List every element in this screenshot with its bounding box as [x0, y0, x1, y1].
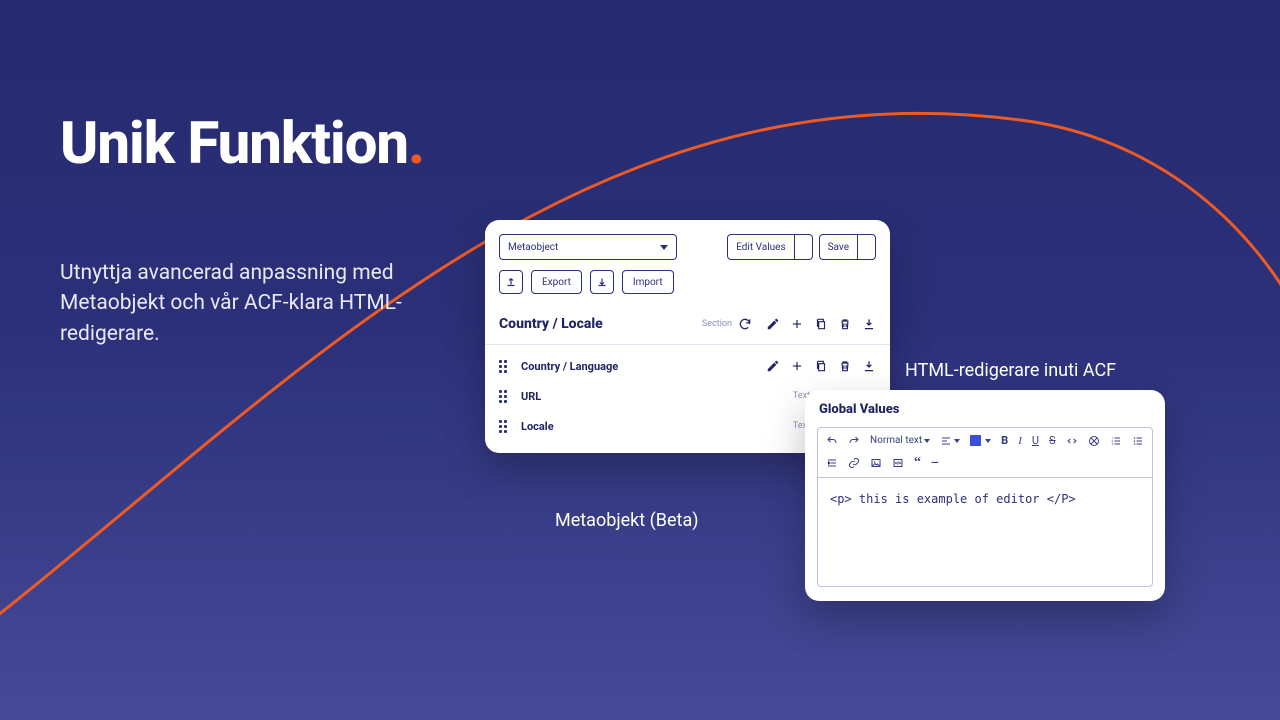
ordered-list-button[interactable]: 123 — [1110, 435, 1122, 447]
image-button[interactable] — [870, 457, 882, 469]
import-label: Import — [633, 277, 663, 288]
strikethrough-button[interactable]: S — [1049, 434, 1056, 447]
html-editor-title: Global Values — [805, 390, 1165, 427]
unordered-list-button[interactable] — [1132, 435, 1144, 447]
editor-content[interactable]: <p> this is example of editor </P> — [817, 477, 1153, 587]
save-label: Save — [828, 242, 849, 253]
clear-format-button[interactable] — [1088, 435, 1100, 447]
export-icon-button[interactable] — [499, 270, 523, 294]
align-dropdown[interactable] — [940, 435, 960, 447]
edit-values-button[interactable]: Edit Values — [727, 234, 812, 260]
refresh-icon[interactable] — [738, 317, 752, 331]
copy-icon[interactable] — [814, 317, 828, 331]
section-label: Section — [702, 319, 732, 329]
redo-icon[interactable] — [848, 435, 860, 447]
import-button[interactable]: Import — [622, 270, 674, 294]
download-icon[interactable] — [862, 359, 876, 373]
quote-button[interactable]: “ — [914, 455, 921, 471]
headline-dot: . — [408, 110, 424, 178]
html-editor-panel: Global Values Normal text B I U S 123 “ … — [805, 390, 1165, 601]
object-type-dropdown[interactable]: Metaobject — [499, 234, 677, 260]
delete-icon[interactable] — [838, 317, 852, 331]
field-name: URL — [521, 390, 541, 403]
editor-text: <p> this is example of editor </P> — [830, 492, 1076, 506]
import-icon-button[interactable] — [590, 270, 614, 294]
undo-icon[interactable] — [826, 435, 838, 447]
save-button[interactable]: Save — [819, 234, 876, 260]
drag-handle-icon[interactable] — [499, 420, 509, 433]
edit-icon[interactable] — [766, 359, 780, 373]
link-button[interactable] — [848, 457, 860, 469]
metaobject-caption: Metaobjekt (Beta) — [555, 510, 699, 531]
editor-toolbar: Normal text B I U S 123 “ — — [817, 427, 1153, 477]
field-row: Country / Language — [485, 351, 890, 381]
copy-icon[interactable] — [814, 359, 828, 373]
italic-button[interactable]: I — [1018, 435, 1022, 447]
drag-handle-icon[interactable] — [499, 390, 509, 403]
download-icon[interactable] — [862, 317, 876, 331]
export-label: Export — [542, 277, 571, 288]
edit-icon[interactable] — [766, 317, 780, 331]
field-name: Country / Language — [521, 360, 618, 373]
page-title: Unik Funktion. — [60, 110, 424, 178]
codeblock-button[interactable] — [892, 457, 904, 469]
hr-button[interactable]: — — [931, 458, 939, 469]
export-button[interactable]: Export — [531, 270, 582, 294]
bold-button[interactable]: B — [1001, 434, 1008, 447]
text-style-dropdown[interactable]: Normal text — [870, 435, 930, 446]
indent-button[interactable] — [826, 457, 838, 469]
caret-down-icon — [660, 245, 668, 250]
section-title: Country / Locale — [499, 316, 603, 332]
delete-icon[interactable] — [838, 359, 852, 373]
headline-text: Unik Funktion — [60, 110, 408, 178]
field-name: Locale — [521, 420, 554, 433]
page-subhead: Utnyttja avancerad anpassning med Metaob… — [60, 258, 460, 349]
drag-handle-icon[interactable] — [499, 360, 509, 373]
add-icon[interactable] — [790, 359, 804, 373]
svg-text:3: 3 — [1111, 442, 1113, 446]
edit-values-label: Edit Values — [736, 242, 785, 253]
add-icon[interactable] — [790, 317, 804, 331]
color-picker[interactable] — [970, 435, 991, 446]
underline-button[interactable]: U — [1032, 434, 1039, 447]
html-editor-caption: HTML-redigerare inuti ACF — [905, 360, 1116, 381]
text-style-label: Normal text — [870, 435, 922, 446]
code-button[interactable] — [1066, 435, 1078, 447]
object-type-label: Metaobject — [508, 242, 558, 253]
